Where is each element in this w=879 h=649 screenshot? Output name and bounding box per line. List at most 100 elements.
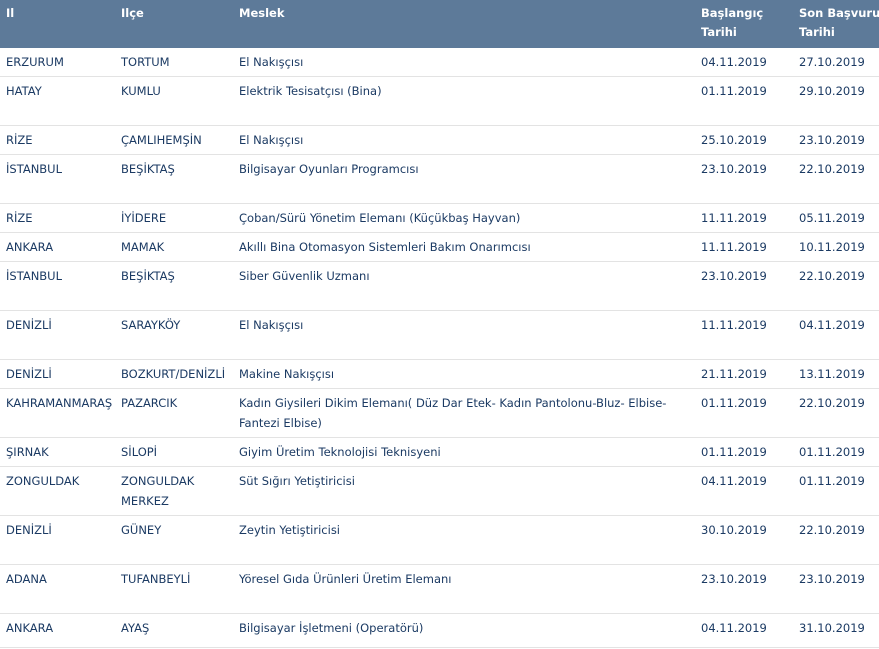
cell-il: ŞIRNAK [6, 445, 49, 459]
table-row[interactable]: ERZURUM TORTUM El Nakışçısı 04.11.2019 27.10… [0, 48, 879, 77]
table-row[interactable]: ANKARA MAMAK Akıllı Bina Otomasyon Sisteml… [0, 233, 879, 262]
cell-meslek: Süt Sığırı Yetiştiricisi [239, 474, 355, 488]
cell-meslek: Akıllı Bina Otomasyon Sistemleri Bakım O… [239, 240, 531, 254]
cell-il: HATAY [6, 84, 42, 98]
cell-il: DENİZLİ [6, 318, 52, 332]
header-baslangic-line2: Tarihi [701, 25, 737, 39]
table-row[interactable]: ADANA TUFANBEYLİ Yöresel Gıda Ürünleri Üre… [0, 565, 879, 614]
cell-son-basvuru-tarihi: 01.11.2019 [799, 445, 865, 459]
cell-meslek: Makine Nakışçısı [239, 367, 335, 381]
cell-baslangic-tarihi: 11.11.2019 [701, 211, 767, 225]
table-row[interactable]: RİZE İYİDERE Çoban/Sürü Yönetim Elemanı (K… [0, 204, 879, 233]
cell-ilce: BEŞİKTAŞ [121, 162, 175, 176]
cell-son-basvuru-tarihi: 23.10.2019 [799, 133, 865, 147]
header-il[interactable]: Il [0, 0, 113, 48]
cell-baslangic-tarihi: 23.10.2019 [701, 572, 767, 586]
cell-son-basvuru-tarihi: 05.11.2019 [799, 211, 865, 225]
cell-baslangic-tarihi: 01.11.2019 [701, 445, 767, 459]
header-son-line1: Son Başvuru [799, 6, 879, 20]
cell-baslangic-tarihi: 01.11.2019 [701, 396, 767, 410]
cell-il: RİZE [6, 133, 33, 147]
cell-il: ADANA [6, 572, 47, 586]
cell-ilce: BEŞİKTAŞ [121, 269, 175, 283]
cell-baslangic-tarihi: 01.11.2019 [701, 84, 767, 98]
cell-son-basvuru-tarihi: 04.11.2019 [799, 318, 865, 332]
cell-meslek: Elektrik Tesisatçısı (Bina) [239, 84, 382, 98]
table-row[interactable]: DENİZLİ SARAYKÖY El Nakışçısı 11.11.2019 04.… [0, 311, 879, 360]
cell-son-basvuru-tarihi: 27.10.2019 [799, 55, 865, 69]
table-row[interactable]: HATAY KUMLU Elektrik Tesisatçısı (Bina) 01.… [0, 77, 879, 126]
cell-meslek: Bilgisayar Oyunları Programcısı [239, 162, 419, 176]
cell-ilce: İYİDERE [121, 211, 167, 225]
cell-il: ANKARA [6, 621, 54, 635]
cell-baslangic-tarihi: 23.10.2019 [701, 269, 767, 283]
table-row[interactable]: RİZE ÇAMLIHEMŞİN El Nakışçısı 25.10.2019 23.… [0, 126, 879, 155]
cell-ilce: AYAŞ [121, 621, 150, 635]
cell-baslangic-tarihi: 30.10.2019 [701, 523, 767, 537]
header-baslangic-line1: Başlangıç [701, 6, 764, 20]
cell-ilce: ÇAMLIHEMŞİN [121, 133, 202, 147]
header-ilce[interactable]: Ilçe [113, 0, 232, 48]
cell-son-basvuru-tarihi: 22.10.2019 [799, 523, 865, 537]
table-body: ERZURUM TORTUM El Nakışçısı 04.11.2019 27.10… [0, 48, 879, 648]
cell-baslangic-tarihi: 04.11.2019 [701, 621, 767, 635]
header-meslek[interactable]: Meslek [232, 0, 693, 48]
cell-il: DENİZLİ [6, 523, 52, 537]
cell-ilce: ZONGULDAK MERKEZ [121, 474, 195, 508]
cell-baslangic-tarihi: 11.11.2019 [701, 240, 767, 254]
table-row[interactable]: ŞIRNAK SİLOPİ Giyim Üretim Teknolojisi Tek… [0, 438, 879, 467]
cell-meslek: El Nakışçısı [239, 133, 304, 147]
cell-baslangic-tarihi: 23.10.2019 [701, 162, 767, 176]
cell-baslangic-tarihi: 25.10.2019 [701, 133, 767, 147]
cell-il: İSTANBUL [6, 162, 63, 176]
cell-il: ZONGULDAK [6, 474, 80, 488]
cell-meslek: Çoban/Sürü Yönetim Elemanı (Küçükbaş Hay… [239, 211, 521, 225]
cell-baslangic-tarihi: 04.11.2019 [701, 55, 767, 69]
cell-meslek: Zeytin Yetiştiricisi [239, 523, 341, 537]
cell-meslek: Siber Güvenlik Uzmanı [239, 269, 370, 283]
table-row[interactable]: DENİZLİ BOZKURT/DENİZLİ Makine Nakışçısı 21… [0, 360, 879, 389]
cell-son-basvuru-tarihi: 22.10.2019 [799, 396, 865, 410]
cell-il: ERZURUM [6, 55, 64, 69]
cell-son-basvuru-tarihi: 10.11.2019 [799, 240, 865, 254]
cell-meslek: Yöresel Gıda Ürünleri Üretim Elemanı [239, 572, 452, 586]
cell-son-basvuru-tarihi: 01.11.2019 [799, 474, 865, 488]
cell-ilce: TORTUM [121, 55, 170, 69]
table-row[interactable]: İSTANBUL BEŞİKTAŞ Bilgisayar Oyunları Prog… [0, 155, 879, 204]
table-row[interactable]: DENİZLİ GÜNEY Zeytin Yetiştiricisi 30.10.20… [0, 516, 879, 565]
cell-il: İSTANBUL [6, 269, 63, 283]
cell-son-basvuru-tarihi: 13.11.2019 [799, 367, 865, 381]
cell-il: DENİZLİ [6, 367, 52, 381]
cell-ilce: MAMAK [121, 240, 165, 254]
cell-son-basvuru-tarihi: 22.10.2019 [799, 162, 865, 176]
cell-meslek: Bilgisayar İşletmeni (Operatörü) [239, 621, 424, 635]
job-listings-table: Il Ilçe Meslek Başlangıç Tarihi Son Başv… [0, 0, 879, 648]
table-header: Il Ilçe Meslek Başlangıç Tarihi Son Başv… [0, 0, 879, 48]
cell-baslangic-tarihi: 04.11.2019 [701, 474, 767, 488]
cell-son-basvuru-tarihi: 29.10.2019 [799, 84, 865, 98]
table-row[interactable]: İSTANBUL BEŞİKTAŞ Siber Güvenlik Uzmanı 23.… [0, 262, 879, 311]
cell-baslangic-tarihi: 21.11.2019 [701, 367, 767, 381]
cell-baslangic-tarihi: 11.11.2019 [701, 318, 767, 332]
cell-meslek: Kadın Giysileri Dikim Elemanı( Düz Dar E… [239, 396, 667, 430]
cell-meslek: El Nakışçısı [239, 55, 304, 69]
cell-ilce: GÜNEY [121, 523, 162, 537]
cell-son-basvuru-tarihi: 31.10.2019 [799, 621, 865, 635]
cell-meslek: El Nakışçısı [239, 318, 304, 332]
cell-meslek: Giyim Üretim Teknolojisi Teknisyeni [239, 445, 441, 459]
table-row[interactable]: ANKARA AYAŞ Bilgisayar İşletmeni (Operatör… [0, 614, 879, 648]
table-row[interactable]: KAHRAMANMARAŞ PAZARCIK Kadın Giysileri Dik… [0, 389, 879, 438]
cell-il: KAHRAMANMARAŞ [6, 396, 113, 410]
cell-son-basvuru-tarihi: 23.10.2019 [799, 572, 865, 586]
cell-ilce: KUMLU [121, 84, 161, 98]
table-row[interactable]: ZONGULDAK ZONGULDAK MERKEZ Süt Sığırı Yeti… [0, 467, 879, 516]
header-son-line2: Tarihi [799, 25, 835, 39]
cell-ilce: PAZARCIK [121, 396, 178, 410]
cell-il: RİZE [6, 211, 33, 225]
cell-ilce: BOZKURT/DENİZLİ [121, 367, 226, 381]
header-baslangic[interactable]: Başlangıç Tarihi [693, 0, 792, 48]
cell-ilce: TUFANBEYLİ [121, 572, 191, 586]
cell-il: ANKARA [6, 240, 54, 254]
header-son-basvuru[interactable]: Son Başvuru Tarihi [792, 0, 879, 48]
cell-ilce: SİLOPİ [121, 445, 158, 459]
